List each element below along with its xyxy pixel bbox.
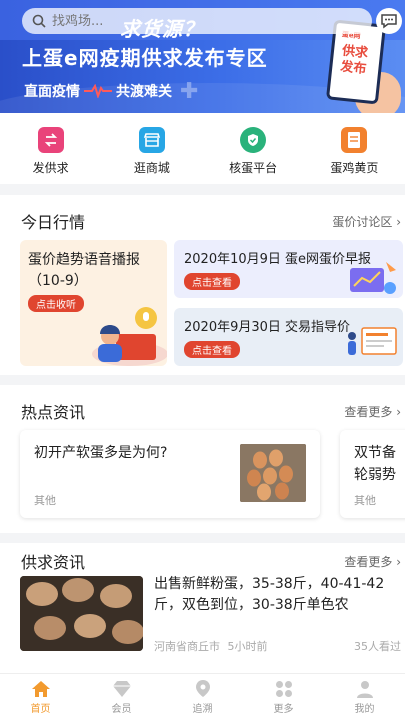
- quicknav-post-supply[interactable]: 发供求: [0, 113, 101, 184]
- promo-banner[interactable]: 求货源？ 上蛋e网疫期供求发布专区 直面疫情 共渡难关 ✚ 蛋e网 供求发布: [0, 0, 405, 113]
- supply-eggs-thumbnail: [20, 576, 143, 651]
- market-title: 今日行情: [21, 213, 86, 232]
- supply-news-section: 供求资讯 查看更多 › 出售新鲜粉蛋，35-38斤，40-41-42斤，双色到位…: [0, 543, 405, 673]
- location-pin-icon: [195, 680, 210, 697]
- banner-headline: 上蛋e网疫期供求发布专区: [22, 46, 268, 70]
- view-trade-guide-button[interactable]: 点击查看: [184, 341, 240, 358]
- trade-guide-price-card[interactable]: 2020年9月30日 交易指导价 点击查看: [174, 308, 403, 366]
- supply-time: 5小时前: [227, 640, 268, 653]
- supply-views: 35人看过: [354, 640, 401, 653]
- price-discussion-link[interactable]: 蛋价讨论区 ›: [332, 213, 401, 230]
- supply-location: 河南省商丘市: [154, 640, 220, 653]
- quicknav-label: 核蛋平台: [229, 161, 278, 175]
- tab-label: 会员: [111, 703, 132, 715]
- book-icon: [341, 127, 368, 153]
- supply-item-text[interactable]: 出售新鲜粉蛋，35-38斤，40-41-42斤，双色到位，30-38斤单色农: [154, 574, 399, 616]
- quicknav-yellow-pages[interactable]: 蛋鸡黄页: [304, 113, 405, 184]
- hot-news-section: 热点资讯 查看更多 › 初开产软蛋多是为何? 其他 双节备 轮弱势 其他: [0, 385, 405, 533]
- listen-button[interactable]: 点击收听: [28, 295, 84, 312]
- quicknav-label: 发供求: [32, 161, 69, 175]
- news-category: 其他: [34, 494, 56, 507]
- hot-news-card[interactable]: 双节备 轮弱势 其他: [340, 430, 405, 518]
- banner-sub-right: 共渡难关: [116, 84, 172, 100]
- diamond-icon: [112, 680, 131, 697]
- trade-guide-title: 2020年9月30日 交易指导价: [184, 320, 351, 335]
- tab-label: 更多: [273, 703, 294, 715]
- morning-report-title: 2020年10月9日 蛋e网蛋价早报: [184, 252, 372, 267]
- view-morning-report-button[interactable]: 点击查看: [184, 273, 240, 290]
- news-title: 初开产软蛋多是为何?: [34, 445, 168, 461]
- banner-sub-left: 直面疫情: [24, 84, 80, 100]
- bottom-tab-bar: 首页 会员 追溯 更多 我的: [0, 673, 405, 720]
- shield-check-icon: [240, 127, 267, 153]
- store-icon: [138, 127, 165, 153]
- price-morning-report-card[interactable]: 2020年10月9日 蛋e网蛋价早报 点击查看: [174, 240, 403, 298]
- price-board-illustration: [348, 327, 397, 355]
- plus-decoration-icon: ✚: [180, 79, 199, 104]
- app-screen: 求货源？ 上蛋e网疫期供求发布专区 直面疫情 共渡难关 ✚ 蛋e网 供求发布: [0, 0, 405, 720]
- quicknav-egg-verify[interactable]: 核蛋平台: [203, 113, 304, 184]
- eggs-thumbnail: [240, 444, 306, 502]
- news-category: 其他: [354, 494, 376, 507]
- search-bar[interactable]: [22, 8, 372, 34]
- voice-report-card[interactable]: 蛋价趋势语音播报（10-9） 点击收听: [20, 240, 167, 366]
- grid-icon: [275, 680, 292, 697]
- search-input[interactable]: [52, 13, 302, 29]
- banner-subtitle: 直面疫情 共渡难关: [24, 81, 172, 101]
- quicknav-label: 蛋鸡黄页: [330, 161, 379, 175]
- message-button[interactable]: [376, 8, 402, 34]
- home-icon: [31, 680, 50, 697]
- tab-label: 首页: [30, 703, 51, 715]
- news-title: 双节备 轮弱势: [354, 445, 396, 483]
- supply-news-more-link[interactable]: 查看更多 ›: [344, 553, 401, 570]
- hot-news-title: 热点资讯: [21, 403, 86, 422]
- search-icon: [32, 14, 46, 28]
- report-chart-illustration: [350, 262, 396, 294]
- phone-text: 供求发布: [339, 43, 369, 78]
- quicknav-label: 逛商城: [133, 161, 170, 175]
- quicknav-mall[interactable]: 逛商城: [101, 113, 202, 184]
- tab-home[interactable]: 首页: [0, 674, 81, 720]
- supply-item-meta: 河南省商丘市 5小时前: [154, 638, 268, 654]
- user-icon: [356, 680, 373, 698]
- today-market-section: 今日行情 蛋价讨论区 › 蛋价趋势语音播报（10-9） 点击收听 2020年10…: [0, 195, 405, 375]
- chat-bubble-icon: [381, 14, 397, 29]
- heartbeat-icon: [84, 84, 112, 98]
- tab-trace[interactable]: 追溯: [162, 674, 243, 720]
- tab-member[interactable]: 会员: [81, 674, 162, 720]
- broadcaster-illustration: [92, 307, 167, 366]
- exchange-icon: [37, 127, 64, 153]
- tab-label: 我的: [354, 703, 375, 715]
- tab-more[interactable]: 更多: [243, 674, 324, 720]
- hot-news-card[interactable]: 初开产软蛋多是为何? 其他: [20, 430, 320, 518]
- tab-label: 追溯: [192, 704, 213, 715]
- voice-report-title: 蛋价趋势语音播报（10-9）: [28, 252, 140, 289]
- tab-mine[interactable]: 我的: [324, 674, 405, 720]
- quick-nav: 发供求 逛商城 核蛋平台 蛋鸡黄页: [0, 113, 405, 184]
- hot-news-more-link[interactable]: 查看更多 ›: [344, 403, 401, 420]
- supply-news-title: 供求资讯: [21, 553, 86, 572]
